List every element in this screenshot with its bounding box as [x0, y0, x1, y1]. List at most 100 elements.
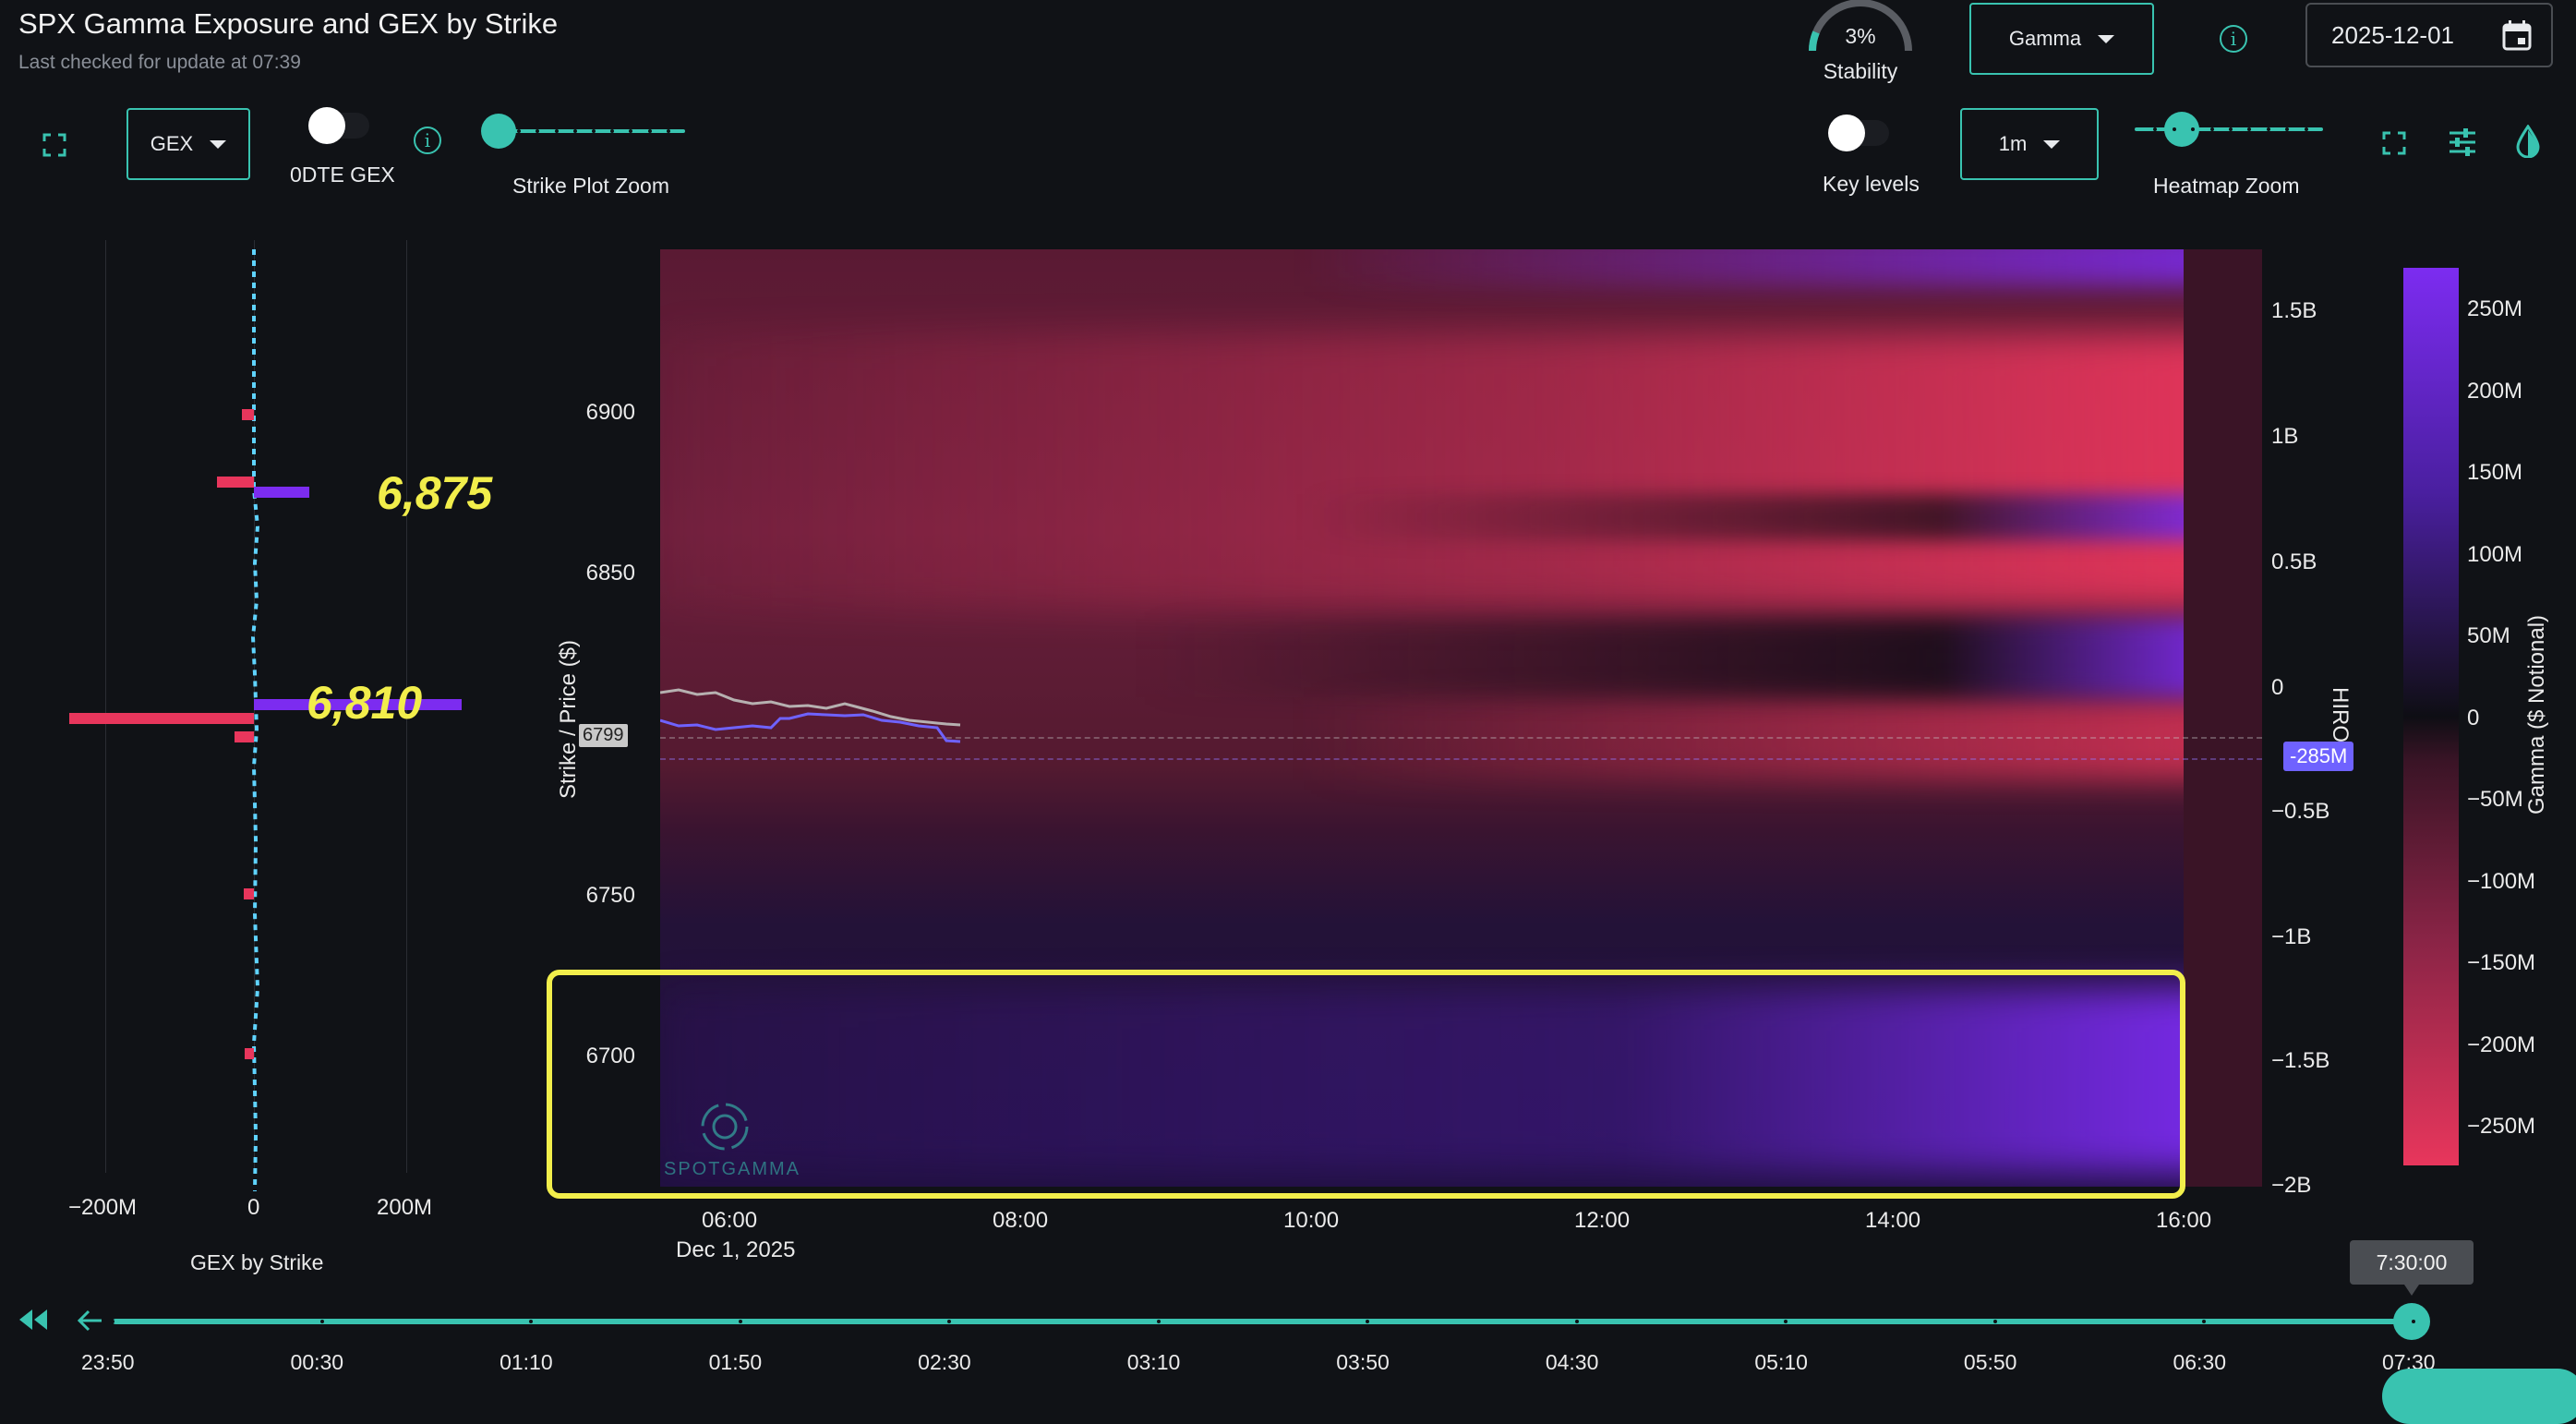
chevron-down-icon — [210, 139, 227, 149]
heatmap-right-edge — [2184, 249, 2262, 1187]
last-updated-text: Last checked for update at 07:39 — [18, 52, 301, 73]
timeline-current-tooltip: 7:30:00 — [2350, 1240, 2474, 1296]
slider-step-dot — [2153, 127, 2158, 131]
slider-step-dot — [517, 129, 522, 133]
gex-x-tick: −200M — [68, 1195, 138, 1220]
timeline-tick-mark — [2412, 1320, 2415, 1323]
slider-step-dot — [2247, 127, 2252, 131]
settings-sliders-icon[interactable] — [2447, 127, 2478, 158]
slider-step-dot — [2285, 127, 2290, 131]
y-axis-label: Strike / Price ($) — [556, 639, 581, 800]
x-tick: 06:00 — [702, 1208, 758, 1233]
corner-accent — [2382, 1369, 2576, 1424]
x-tick: 14:00 — [1865, 1208, 1921, 1233]
slider-step-dot — [629, 129, 633, 133]
gex-bar-negative — [217, 477, 254, 488]
date-value: 2025-12-01 — [2331, 21, 2454, 49]
page-title: SPX Gamma Exposure and GEX by Strike — [18, 7, 559, 40]
x-date: Dec 1, 2025 — [676, 1237, 796, 1262]
stability-label: Stability — [1823, 59, 1898, 83]
heatmap-band-positive — [660, 249, 2262, 286]
chevron-down-icon — [2098, 34, 2115, 43]
gex-bar-negative — [244, 888, 254, 899]
colorbar-tick: 50M — [2467, 623, 2510, 648]
metric-select[interactable]: Gamma — [1969, 3, 2154, 75]
timeline-tick: 03:50 — [1336, 1350, 1390, 1374]
highlight-box — [547, 970, 2185, 1199]
strike-zoom-label: Strike Plot Zoom — [512, 174, 669, 198]
slider-step-dot — [592, 129, 596, 133]
slider-step-dot — [2304, 127, 2308, 131]
x-tick: 12:00 — [1574, 1208, 1631, 1233]
x-tick: 16:00 — [2156, 1208, 2212, 1233]
slider-step-dot — [2172, 127, 2176, 131]
timeline-tick: 02:30 — [918, 1350, 971, 1374]
timeline-tick-mark — [319, 1320, 324, 1323]
hiro-tick: −1B — [2271, 924, 2312, 949]
hiro-tick: −1.5B — [2271, 1048, 2330, 1073]
heatmap-band-positive — [660, 494, 2262, 540]
gex-x-label: GEX by Strike — [190, 1250, 324, 1274]
timeline-tick: 03:10 — [1126, 1350, 1181, 1374]
timeline-tick: 01:50 — [708, 1350, 763, 1374]
y-tick: 6900 — [585, 400, 635, 425]
colorbar-tick: 250M — [2467, 296, 2523, 321]
expand-left-icon[interactable] — [42, 133, 66, 157]
y-tick: 6850 — [585, 561, 635, 585]
heatmap-zoom-slider[interactable] — [2135, 112, 2323, 147]
odte-gex-toggle[interactable] — [308, 107, 369, 144]
timeline-slider[interactable] — [113, 1319, 2412, 1324]
timeline-tick: 01:10 — [500, 1350, 553, 1374]
key-levels-toggle-knob — [1828, 115, 1865, 151]
strike-zoom-slider[interactable] — [481, 114, 685, 149]
stability-gauge: 3% Stability — [1805, 0, 1916, 92]
x-tick: 10:00 — [1283, 1208, 1340, 1233]
date-picker[interactable]: 2025-12-01 — [2305, 3, 2553, 67]
heatmap-band-negative — [660, 332, 2262, 609]
color-drop-icon[interactable] — [2515, 125, 2541, 158]
key-levels-label: Key levels — [1823, 172, 1920, 196]
timeline-tick-mark — [1992, 1320, 1997, 1323]
interval-select-value: 1m — [1998, 132, 2028, 155]
timeline-tick-mark — [111, 1320, 114, 1323]
rewind-icon[interactable] — [17, 1308, 50, 1332]
timeline-tick-mark — [1574, 1320, 1579, 1323]
hiro-current-badge: -285M — [2283, 742, 2354, 771]
colorbar-tick: −200M — [2467, 1032, 2536, 1057]
interval-select[interactable]: 1m — [1960, 108, 2099, 180]
timeline-tick-mark — [738, 1320, 742, 1323]
gex-select[interactable]: GEX — [126, 108, 250, 180]
hiro-tick: −0.5B — [2271, 799, 2330, 824]
colorbar-tick: 0 — [2467, 706, 2480, 730]
gex-x-tick: 200M — [377, 1195, 433, 1220]
slider-step-dot — [554, 129, 559, 133]
timeline-tick: 06:30 — [2173, 1350, 2227, 1374]
hiro-tick: 1.5B — [2271, 298, 2317, 323]
colorbar-tick: 100M — [2467, 542, 2523, 567]
key-levels-toggle[interactable] — [1828, 115, 1889, 151]
gamma-colorbar — [2403, 268, 2459, 1165]
info-icon[interactable]: i — [414, 127, 441, 154]
y-tick: 6750 — [585, 883, 635, 908]
gex-x-tick: 0 — [247, 1195, 260, 1220]
key-level-label: 6,810 — [307, 677, 423, 729]
hiro-tick: 1B — [2271, 424, 2299, 449]
slider-step-dot — [2229, 127, 2233, 131]
gex-bar-negative — [242, 409, 254, 420]
hiro-tick: 0 — [2271, 675, 2284, 700]
price-marker: 6799 — [579, 724, 628, 747]
gex-select-value: GEX — [150, 132, 194, 155]
info-icon[interactable]: i — [2220, 25, 2247, 53]
colorbar-tick: 150M — [2467, 460, 2523, 485]
strike-zoom-slider-handle[interactable] — [481, 114, 516, 149]
timeline-tick: 05:50 — [1963, 1350, 2017, 1374]
back-arrow-icon[interactable] — [76, 1309, 103, 1333]
timeline-tick: 05:10 — [1754, 1350, 1808, 1374]
expand-icon[interactable] — [2382, 131, 2406, 155]
slider-step-dot — [2209, 127, 2214, 131]
gex-grid-line — [105, 240, 106, 1173]
slider-step-dot — [647, 129, 652, 133]
colorbar-tick: −250M — [2467, 1114, 2536, 1139]
gex-bar-positive — [254, 487, 309, 498]
slider-step-dot — [2266, 127, 2270, 131]
